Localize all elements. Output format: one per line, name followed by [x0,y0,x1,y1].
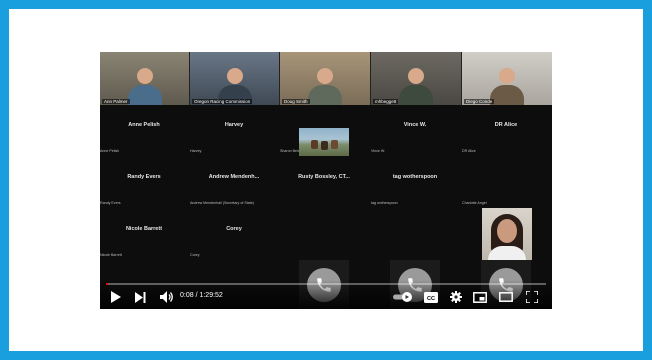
participant-display-name: Rusty Bossley, CT... [298,174,350,180]
participant-display-name: tag wotherspoon [392,174,438,180]
participant-tile: tag wotherspoon tag wotherspoon [371,157,459,207]
participant-tile: Randy Evers Randy Evers [100,157,188,207]
miniplayer-icon [473,291,487,303]
participant-label: Vince W. [371,149,386,153]
participant-tile: Corey Corey [190,209,278,259]
participant-label: tag wotherspoon [371,201,398,205]
play-icon [110,291,121,303]
participant-display-name: Nicole Barrett [125,226,163,232]
participant-tile: Vince W. Vince W. [371,105,459,155]
participant-figure [308,68,342,105]
participant-label: Harvey [190,149,202,153]
progress-fill [106,283,109,285]
volume-icon [159,291,173,303]
captions-icon: CC [424,291,438,303]
participant-label: Randy Evers [100,201,121,205]
participant-display-name: DR Alice [494,122,518,128]
autoplay-toggle-icon [393,292,412,302]
volume-button[interactable] [158,290,174,304]
video-tile: Ann Palmer [100,52,189,105]
video-tile-name: Ann Palmer [102,99,130,104]
fullscreen-button[interactable] [524,290,540,304]
settings-icon [450,291,462,303]
participant-figure [399,68,433,105]
participant-display-name: Andrew Mendenh... [208,174,260,180]
next-icon [134,291,145,303]
participant-tile: Harvey Harvey [190,105,278,155]
video-tile: mhbeggett [371,52,461,105]
participant-figure [490,68,524,105]
video-tile-name: mhbeggett [373,99,399,104]
participant-tile: Andrew Mendenh... Andrew Mendenhall (Sec… [190,157,278,207]
next-button[interactable] [133,290,147,304]
participant-display-name: Corey [226,226,242,232]
video-tile: Oregon Racing Commission [190,52,279,105]
video-tile-name: Oregon Racing Commission [192,99,253,104]
theater-icon [499,292,513,302]
svg-text:CC: CC [427,295,435,301]
video-tile: Doug Smith [280,52,370,105]
progress-bar[interactable] [106,283,546,285]
participant-figure [127,68,162,105]
participant-display-name: Randy Evers [127,174,161,180]
theater-mode-button[interactable] [498,290,514,304]
video-tile-name: Diego Conde [464,99,495,104]
video-tile: Diego Conde [462,52,552,105]
participant-display-name: Harvey [224,122,244,128]
participant-label: Andrew Mendenhall (Secretary of State) [190,201,254,205]
video-strip: Ann Palmer Oregon Racing Commission Doug… [100,52,552,105]
video-player[interactable]: Ann Palmer Oregon Racing Commission Doug… [100,52,552,309]
participant-tile: Rusty Bossley, CT... [280,157,368,207]
participant-label: DR Alice [462,149,476,153]
time-display: 0:08 / 1:29:52 [180,292,223,299]
participant-label: Corey [190,253,200,257]
participant-tile: Nicole Barrett Nicole Barrett [100,209,188,259]
fullscreen-icon [526,291,538,303]
settings-button[interactable] [448,290,464,304]
participant-label: Nicole Barrett [100,253,122,257]
play-button[interactable] [108,290,122,304]
horse-racing-video-thumbnail [299,128,349,156]
video-tile-name: Doug Smith [282,99,310,104]
miniplayer-button[interactable] [472,290,488,304]
participant-photo [482,208,532,260]
participant-tile: Anne Pelish Anne Pelish [100,105,188,155]
participant-display-name: Vince W. [403,122,427,128]
participant-label: Anne Pelish [100,149,120,153]
captions-button[interactable]: CC [423,290,439,304]
participant-tile: DR Alice DR Alice [462,105,550,155]
autoplay-toggle[interactable] [392,290,414,304]
participant-label: Charlotte Angel [462,201,487,205]
player-controls: 0:08 / 1:29:52 CC [100,280,552,309]
participant-tile: Charlotte Angel [462,157,550,207]
participant-display-name: Anne Pelish [128,122,160,128]
